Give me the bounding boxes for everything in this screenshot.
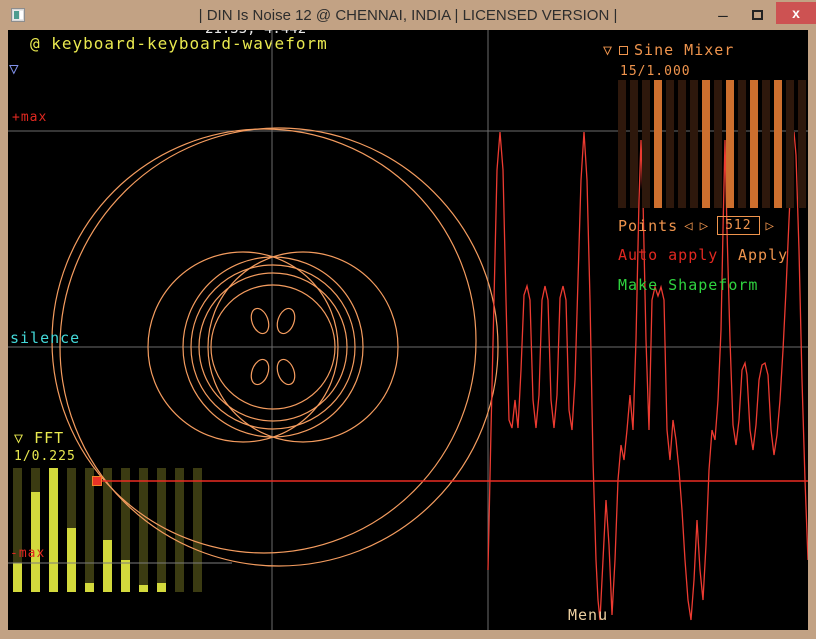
make-shapeform-button[interactable]: Make Shapeform (618, 276, 758, 294)
fft-level-marker[interactable] (92, 476, 102, 486)
maximize-button[interactable] (740, 0, 774, 30)
points-value-box[interactable]: 512 (717, 216, 759, 235)
sine-mixer-bar[interactable] (726, 80, 734, 208)
auto-apply-button[interactable]: Auto apply (618, 246, 718, 264)
sine-mixer-square-icon[interactable] (619, 46, 628, 55)
fft-header[interactable]: ▽ FFT (14, 429, 64, 447)
synth-canvas[interactable]: 21.33, 4.442 @ keyboard-keyboard-wavefor… (8, 30, 808, 630)
plus-max-label: +max (12, 110, 47, 125)
points-label: Points (618, 217, 678, 235)
apply-button[interactable]: Apply (738, 246, 788, 264)
app-icon-pane (20, 11, 23, 19)
fft-collapse-icon[interactable]: ▽ (14, 429, 24, 447)
sine-mixer-bar[interactable] (750, 80, 758, 208)
app-icon[interactable] (11, 8, 25, 22)
close-button[interactable]: x (776, 2, 816, 24)
sine-mixer-header[interactable]: ▽ Sine Mixer (603, 41, 734, 59)
silence-label: silence (10, 329, 80, 347)
fft-title: FFT (34, 429, 64, 447)
window-title: | DIN Is Noise 12 @ CHENNAI, INDIA | LIC… (199, 7, 618, 24)
minus-max-label: -max (10, 546, 45, 561)
sine-mixer-harmonic-bars[interactable] (618, 80, 808, 208)
sine-mixer-bar[interactable] (618, 80, 626, 208)
maximize-icon (752, 10, 763, 20)
sine-mixer-bar[interactable] (702, 80, 710, 208)
fft-scale: 1/0.225 (14, 449, 76, 464)
sine-mixer-bar[interactable] (714, 80, 722, 208)
sine-mixer-bar[interactable] (630, 80, 638, 208)
sine-mixer-bar[interactable] (762, 80, 770, 208)
sine-mixer-bar[interactable] (690, 80, 698, 208)
sine-mixer-bar[interactable] (654, 80, 662, 208)
sine-mixer-bar[interactable] (774, 80, 782, 208)
sine-mixer-scale: 15/1.000 (620, 64, 691, 79)
sine-mixer-title: Sine Mixer (634, 41, 734, 59)
sine-mixer-bar[interactable] (798, 80, 806, 208)
sine-mixer-bar[interactable] (738, 80, 746, 208)
points-increment-icon[interactable]: ▷ (700, 218, 709, 234)
sine-mixer-bar[interactable] (678, 80, 686, 208)
sine-mixer-bar[interactable] (786, 80, 794, 208)
app-window: 21.33, 4.442 @ keyboard-keyboard-wavefor… (0, 0, 816, 639)
app-icon-pane (14, 11, 19, 19)
minimize-button[interactable]: – (706, 0, 740, 30)
sine-mixer-bar[interactable] (642, 80, 650, 208)
points-decrement-icon[interactable]: ◁ (684, 218, 693, 234)
sine-mixer-collapse-icon[interactable]: ▽ (603, 41, 613, 59)
menu-button[interactable]: Menu (568, 606, 608, 624)
points-spinner-icon[interactable]: ▷ (766, 218, 775, 234)
title-bar[interactable]: | DIN Is Noise 12 @ CHENNAI, INDIA | LIC… (0, 0, 816, 30)
points-control: Points ◁ ▷ 512 ▷ (618, 216, 775, 235)
sine-mixer-bar[interactable] (666, 80, 674, 208)
